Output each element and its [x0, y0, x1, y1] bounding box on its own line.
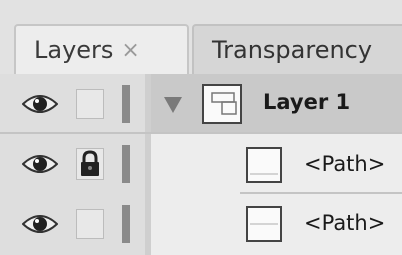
close-icon[interactable]: ×	[121, 38, 139, 63]
path-thumbnail-icon	[246, 147, 282, 183]
path-name[interactable]: <Path>	[304, 211, 385, 235]
layer-row-path-1[interactable]: <Path>	[0, 134, 402, 194]
layer-color-grip[interactable]	[122, 85, 130, 123]
eye-icon[interactable]	[22, 92, 58, 116]
layers-panel: Layer 1 <Path> <Path>	[0, 74, 402, 255]
disclosure-triangle-icon[interactable]	[163, 94, 183, 114]
layer-row-path-2[interactable]: <Path>	[0, 194, 402, 255]
layer-color-grip[interactable]	[122, 205, 130, 243]
lock-toggle-empty[interactable]	[76, 89, 104, 119]
layer-name[interactable]: Layer 1	[263, 90, 350, 114]
lock-icon[interactable]	[76, 148, 104, 180]
tab-layers-label: Layers	[34, 36, 114, 64]
path-thumbnail-icon	[246, 206, 282, 242]
path-name[interactable]: <Path>	[304, 152, 385, 176]
layer-color-grip[interactable]	[122, 145, 130, 183]
eye-icon[interactable]	[22, 152, 58, 176]
tab-transparency-label: Transparency	[212, 36, 373, 64]
panel-tab-bar: Layers × Transparency	[0, 0, 402, 74]
lock-toggle-empty[interactable]	[76, 209, 104, 239]
tab-layers[interactable]: Layers ×	[14, 24, 189, 74]
eye-icon[interactable]	[22, 212, 58, 236]
layer-row-layer-1[interactable]: Layer 1	[0, 74, 402, 134]
tab-transparency[interactable]: Transparency	[192, 24, 402, 74]
layer-thumbnail-icon	[202, 84, 242, 124]
